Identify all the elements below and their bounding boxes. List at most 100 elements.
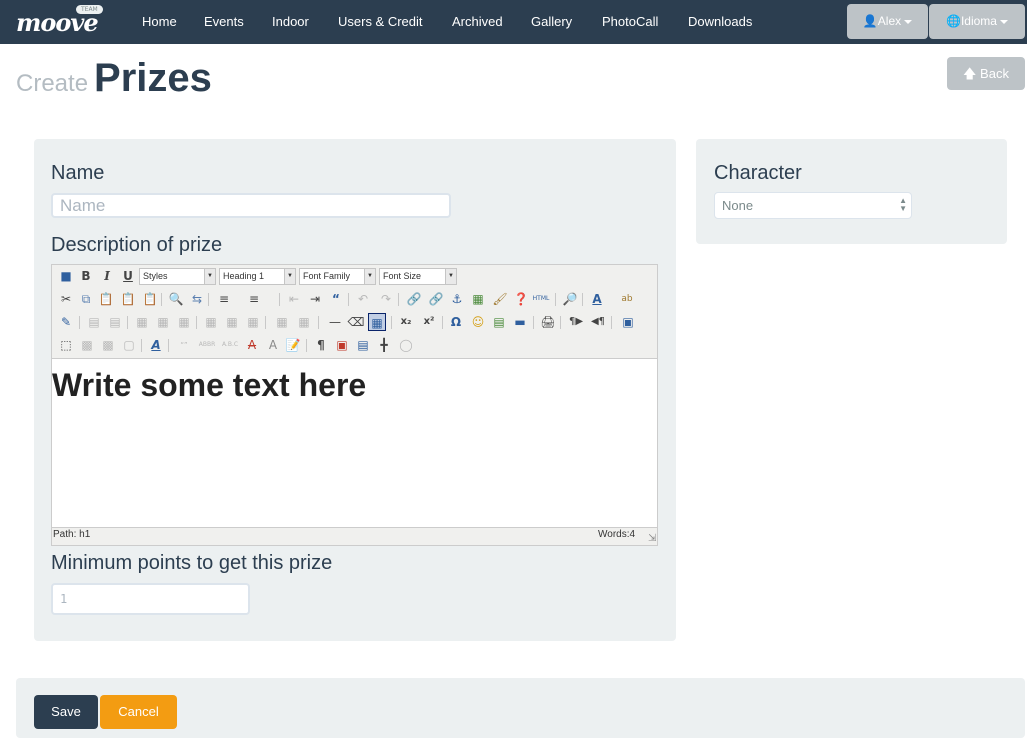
media-icon[interactable]: ▤ xyxy=(490,313,508,331)
language-menu-button[interactable]: 🌐Idioma xyxy=(929,4,1025,39)
paste-icon[interactable]: 📋 xyxy=(97,290,115,308)
move-forward-icon[interactable]: ▩ xyxy=(78,336,96,354)
insert-col-after-icon[interactable]: ▦ xyxy=(223,313,241,331)
indent-icon[interactable]: ⇥ xyxy=(306,290,324,308)
user-icon: 👤 xyxy=(862,14,878,28)
character-select[interactable]: None ▲ ▼ xyxy=(714,192,912,219)
remove-format-icon[interactable]: ⌫ xyxy=(347,313,365,331)
bold-icon[interactable]: B xyxy=(77,267,95,285)
absolute-icon[interactable]: ▢ xyxy=(120,336,138,354)
italic-icon[interactable]: I xyxy=(98,267,116,285)
horizontal-rule-icon[interactable]: — xyxy=(326,313,344,331)
merge-cells-icon[interactable]: ▦ xyxy=(295,313,313,331)
help-icon[interactable]: ❓ xyxy=(512,290,530,308)
acronym-icon[interactable]: A.B.C xyxy=(221,336,239,354)
copy-icon[interactable]: ⧉ xyxy=(77,290,95,308)
underline-icon[interactable]: U xyxy=(119,267,137,285)
ltr-icon[interactable]: ¶▶ xyxy=(567,313,585,331)
user-menu-button[interactable]: 👤Alex xyxy=(847,4,928,39)
brand-logo[interactable]: moove TEAM xyxy=(16,5,106,38)
paste-word-icon[interactable]: 📋 xyxy=(141,290,159,308)
attribs-icon[interactable]: 📝 xyxy=(284,336,302,354)
unlink-icon[interactable]: 🔗 xyxy=(427,290,445,308)
visual-chars-icon[interactable]: ¶ xyxy=(312,336,330,354)
insert-row-before-icon[interactable]: ▦ xyxy=(133,313,151,331)
insert-row-after-icon[interactable]: ▦ xyxy=(154,313,172,331)
toolbar-separator xyxy=(141,339,142,352)
back-button[interactable]: 🡅 Back xyxy=(947,57,1025,90)
redo-icon[interactable]: ↷ xyxy=(377,290,395,308)
find-icon[interactable]: 🔍 xyxy=(167,290,185,308)
min-points-label: Minimum points to get this prize xyxy=(51,552,333,574)
anchor-icon[interactable]: ⚓ xyxy=(448,290,466,308)
toolbar-separator xyxy=(161,293,162,306)
nav-downloads[interactable]: Downloads xyxy=(688,0,752,44)
visual-aid-icon[interactable]: ▦ xyxy=(368,313,386,331)
rtl-icon[interactable]: ◀¶ xyxy=(589,313,607,331)
fullscreen-icon[interactable]: ▣ xyxy=(619,313,637,331)
split-cells-icon[interactable]: ▦ xyxy=(273,313,291,331)
editor-content-area[interactable]: Write some text here xyxy=(52,358,657,528)
cancel-button[interactable]: Cancel xyxy=(100,695,177,729)
cleanup-icon[interactable]: 🖌 xyxy=(491,290,509,308)
edit-css-icon[interactable]: ✎ xyxy=(57,313,75,331)
image-icon[interactable]: ▦ xyxy=(469,290,487,308)
pagebreak-icon[interactable]: ╋ xyxy=(375,336,393,354)
background-color-icon[interactable]: ab xyxy=(618,290,636,308)
print-icon[interactable]: 🖨 xyxy=(539,313,557,331)
format-select-label: Heading 1 xyxy=(223,271,265,281)
undo-icon[interactable]: ↶ xyxy=(354,290,372,308)
row-props-icon[interactable]: ▤ xyxy=(106,313,124,331)
toolbar-separator xyxy=(168,339,169,352)
paste-text-icon[interactable]: 📋 xyxy=(119,290,137,308)
move-backward-icon[interactable]: ▩ xyxy=(99,336,117,354)
delete-col-icon[interactable]: ▦ xyxy=(244,313,262,331)
caret-down-icon xyxy=(999,19,1008,24)
format-select[interactable]: Heading 1 ▼ xyxy=(219,268,296,285)
cut-icon[interactable]: ✂ xyxy=(57,290,75,308)
nav-home[interactable]: Home xyxy=(142,0,177,44)
min-points-input[interactable] xyxy=(51,583,250,615)
nav-archived[interactable]: Archived xyxy=(452,0,503,44)
cell-props-icon[interactable]: ▤ xyxy=(85,313,103,331)
html-source-icon[interactable]: HTML xyxy=(532,290,550,308)
advhr-icon[interactable]: ▬ xyxy=(511,313,529,331)
preview-icon[interactable]: 🔎 xyxy=(561,290,579,308)
description-label: Description of prize xyxy=(51,234,223,256)
insert-col-before-icon[interactable]: ▦ xyxy=(202,313,220,331)
nav-gallery[interactable]: Gallery xyxy=(531,0,572,44)
del-icon[interactable]: A xyxy=(243,336,261,354)
nav-users-credit[interactable]: Users & Credit xyxy=(338,0,423,44)
font-family-select[interactable]: Font Family ▼ xyxy=(299,268,376,285)
text-color-icon[interactable]: A xyxy=(588,290,606,308)
template-icon[interactable]: ▤ xyxy=(354,336,372,354)
save-icon[interactable]: ■ xyxy=(57,267,75,285)
nav-events[interactable]: Events xyxy=(204,0,244,44)
save-button[interactable]: Save xyxy=(34,695,98,729)
bullet-list-icon[interactable]: ≡ xyxy=(215,290,233,308)
ins-icon[interactable]: A xyxy=(264,336,282,354)
restore-draft-icon[interactable]: ◯ xyxy=(397,336,415,354)
font-size-select[interactable]: Font Size ▼ xyxy=(379,268,457,285)
nav-photocall[interactable]: PhotoCall xyxy=(602,0,658,44)
name-input[interactable] xyxy=(51,193,451,218)
resize-handle-icon[interactable]: ⇲ xyxy=(648,533,656,544)
delete-row-icon[interactable]: ▦ xyxy=(175,313,193,331)
superscript-icon[interactable]: x² xyxy=(420,313,438,331)
cite-icon[interactable]: “” xyxy=(175,336,193,354)
special-char-icon[interactable]: Ω xyxy=(447,313,465,331)
numbered-list-icon[interactable]: ≡ xyxy=(245,290,263,308)
subscript-icon[interactable]: x₂ xyxy=(397,313,415,331)
link-icon[interactable]: 🔗 xyxy=(405,290,423,308)
emotions-icon[interactable]: ☺ xyxy=(469,313,487,331)
styles-select[interactable]: Styles ▼ xyxy=(139,268,216,285)
replace-icon[interactable]: ⇆ xyxy=(188,290,206,308)
nav-indoor[interactable]: Indoor xyxy=(272,0,309,44)
abbr-icon[interactable]: ABBR xyxy=(198,336,216,354)
blockquote-icon[interactable]: “ xyxy=(327,290,345,308)
non-breaking-icon[interactable]: ▣ xyxy=(333,336,351,354)
outdent-icon[interactable]: ⇤ xyxy=(285,290,303,308)
styleprops-icon[interactable]: A xyxy=(147,336,165,354)
insert-layer-icon[interactable]: ⬚ xyxy=(57,336,75,354)
toolbar-separator xyxy=(533,316,534,329)
